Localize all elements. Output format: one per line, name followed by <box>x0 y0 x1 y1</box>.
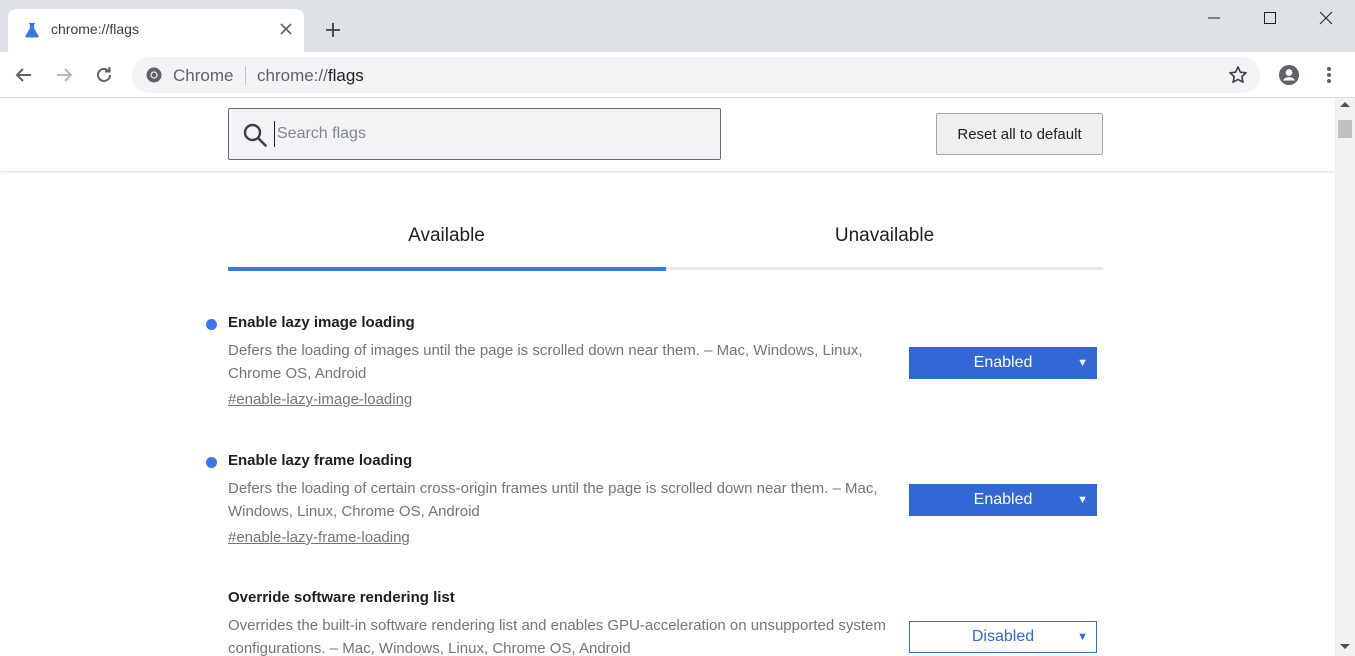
profile-avatar-icon[interactable] <box>1275 61 1303 89</box>
experiment-description: Overrides the built-in software renderin… <box>228 617 886 656</box>
select-value: Enabled <box>973 491 1033 508</box>
dropdown-arrow-icon: ▼ <box>1077 357 1088 369</box>
experiment-title: Enable lazy image loading <box>228 314 415 331</box>
select-value: Enabled <box>973 354 1033 371</box>
flask-icon <box>25 23 39 38</box>
search-input[interactable] <box>274 121 704 147</box>
bookmark-star-icon[interactable] <box>1228 65 1248 85</box>
dropdown-arrow-icon: ▼ <box>1077 494 1088 506</box>
menu-kebab-icon[interactable] <box>1315 61 1343 89</box>
experiment-state-select[interactable]: Enabled ▼ <box>909 484 1097 516</box>
browser-toolbar: Chrome chrome://flags <box>0 52 1355 98</box>
experiment-description: Defers the loading of images until the p… <box>228 342 863 382</box>
modified-indicator-dot <box>206 457 217 468</box>
tab-unavailable[interactable]: Unavailable <box>666 225 1103 247</box>
experiment-title: Enable lazy frame loading <box>228 452 413 469</box>
omnibox-divider <box>245 66 246 85</box>
experiment-title: Override software rendering list <box>228 589 455 606</box>
url-text: chrome://flags <box>257 66 364 85</box>
tab-available[interactable]: Available <box>228 225 665 247</box>
experiment-state-select[interactable]: Disabled ▼ <box>909 621 1097 653</box>
experiment-state-select[interactable]: Enabled ▼ <box>909 347 1097 379</box>
experiment-description: Defers the loading of certain cross-orig… <box>228 480 878 520</box>
tab-title: chrome://flags <box>51 21 139 37</box>
reload-icon[interactable] <box>90 61 118 89</box>
reset-all-button[interactable]: Reset all to default <box>936 113 1103 155</box>
browser-tab[interactable]: chrome://flags <box>8 9 304 52</box>
experiment-permalink[interactable]: #enable-lazy-image-loading <box>228 391 412 408</box>
scroll-up-arrow-icon[interactable] <box>1340 102 1350 107</box>
active-tab-indicator <box>228 267 666 271</box>
site-chip: Chrome <box>173 66 234 85</box>
forward-arrow-icon[interactable] <box>50 61 78 89</box>
chrome-logo-icon <box>146 67 162 83</box>
flags-page: Reset all to default Available Unavailab… <box>0 98 1335 656</box>
back-arrow-icon[interactable] <box>10 61 38 89</box>
address-bar[interactable]: Chrome chrome://flags <box>132 57 1260 93</box>
scroll-down-arrow-icon[interactable] <box>1340 644 1350 649</box>
close-tab-icon[interactable] <box>276 19 296 39</box>
flags-header: Reset all to default <box>0 98 1335 171</box>
dropdown-arrow-icon: ▼ <box>1077 631 1088 643</box>
select-value: Disabled <box>971 628 1035 645</box>
search-icon <box>243 123 267 147</box>
flags-tabs: Available Unavailable <box>228 218 1103 271</box>
new-tab-icon[interactable] <box>320 17 346 43</box>
close-window-icon[interactable] <box>1297 0 1355 36</box>
modified-indicator-dot <box>206 319 217 330</box>
minimize-icon[interactable] <box>1185 0 1243 36</box>
maximize-icon[interactable] <box>1241 0 1299 36</box>
tab-strip: chrome://flags <box>0 0 1355 52</box>
scroll-thumb[interactable] <box>1338 120 1352 138</box>
page-scrollbar[interactable] <box>1335 98 1355 656</box>
search-box[interactable] <box>228 108 721 160</box>
experiment-permalink[interactable]: #enable-lazy-frame-loading <box>228 529 410 546</box>
